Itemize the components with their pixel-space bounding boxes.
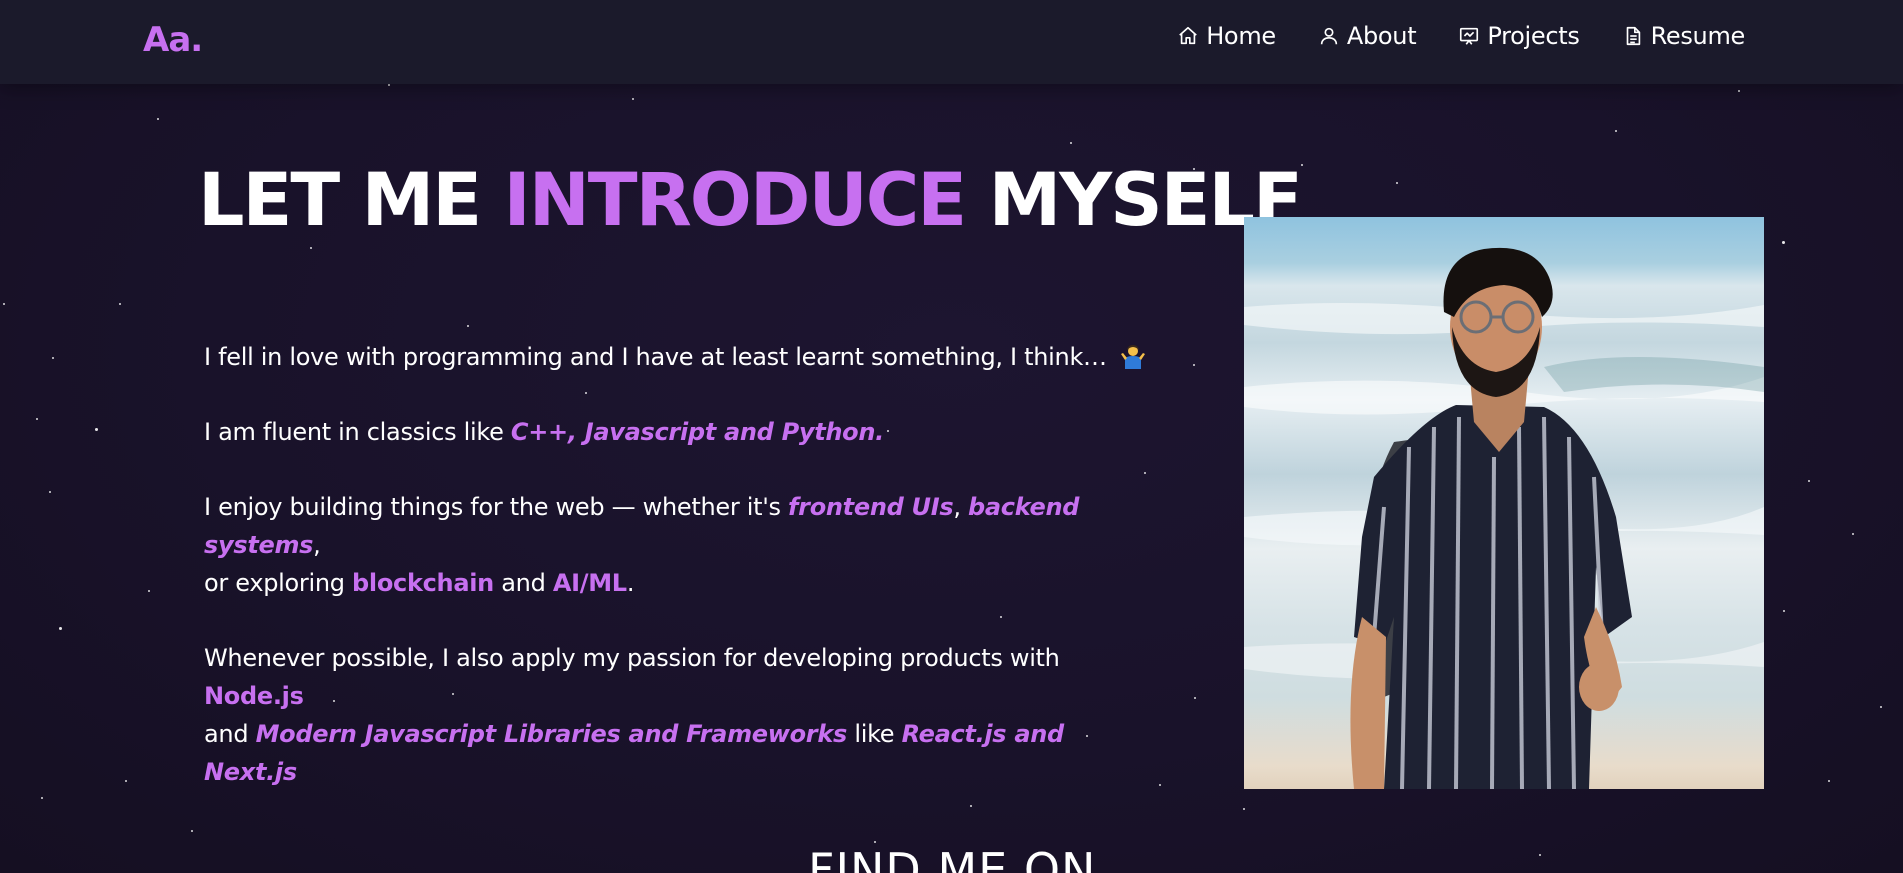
bio-paragraph-3: I enjoy building things for the web — wh…	[204, 488, 1164, 602]
bio-p3-aiml: AI/ML	[552, 569, 627, 597]
bio-paragraph-2: I am fluent in classics like C++, Javasc…	[204, 413, 1164, 451]
bio-p3-frontend: frontend UIs	[788, 493, 954, 521]
page: Aa. Home About Projects Resume LET ME IN…	[0, 0, 1903, 873]
bio-p3-t2: ,	[313, 531, 321, 559]
bio-p3-and: and	[493, 569, 553, 597]
intro-bio: I fell in love with programming and I ha…	[204, 338, 1164, 828]
nav-projects[interactable]: Projects	[1458, 22, 1580, 50]
document-icon	[1626, 26, 1640, 46]
bio-p2-languages: C++, Javascript and Python.	[510, 418, 884, 446]
bio-p1-text: I fell in love with programming and I ha…	[204, 343, 1115, 371]
bio-p4-t2: and	[204, 720, 256, 748]
nav-menu: Home About Projects Resume	[1135, 22, 1745, 50]
profile-photo	[1244, 217, 1764, 789]
bio-p4-node: Node.js	[204, 682, 304, 710]
projects-icon	[1460, 27, 1479, 45]
bio-paragraph-4: Whenever possible, I also apply my passi…	[204, 639, 1164, 791]
find-me-heading: FIND ME ON	[808, 843, 1097, 873]
nav-about[interactable]: About	[1318, 22, 1417, 50]
profile-photo-figure	[1244, 247, 1764, 789]
bio-p4-like: like	[847, 720, 902, 748]
bio-p3-end: .	[626, 569, 635, 597]
nav-home[interactable]: Home	[1177, 22, 1276, 50]
person-shrugging-emoji	[1121, 345, 1146, 369]
bio-paragraph-1: I fell in love with programming and I ha…	[204, 338, 1164, 376]
bio-p3-sep: ,	[953, 493, 969, 521]
intro-heading: LET ME INTRODUCE MYSELF	[198, 158, 1303, 243]
heading-part1: LET ME	[198, 158, 504, 243]
heading-highlight: INTRODUCE	[503, 158, 968, 243]
bio-p4-libs: Modern Javascript Libraries and Framewor…	[255, 720, 848, 748]
home-icon	[1179, 26, 1197, 45]
bio-p3-t1: I enjoy building things for the web — wh…	[204, 493, 789, 521]
navbar: Aa. Home About Projects Resume	[0, 0, 1903, 84]
nav-resume-label: Resume	[1650, 22, 1746, 50]
nav-resume[interactable]: Resume	[1622, 22, 1745, 50]
user-icon	[1320, 27, 1338, 45]
bio-p4-t1: Whenever possible, I also apply my passi…	[204, 644, 1060, 672]
nav-about-label: About	[1346, 22, 1417, 50]
nav-home-label: Home	[1206, 22, 1276, 50]
logo[interactable]: Aa.	[143, 20, 203, 60]
nav-projects-label: Projects	[1487, 22, 1580, 50]
bio-p2-text: I am fluent in classics like	[204, 418, 511, 446]
bio-p3-t3: or exploring	[204, 569, 353, 597]
bio-p3-blockchain: blockchain	[352, 569, 494, 597]
